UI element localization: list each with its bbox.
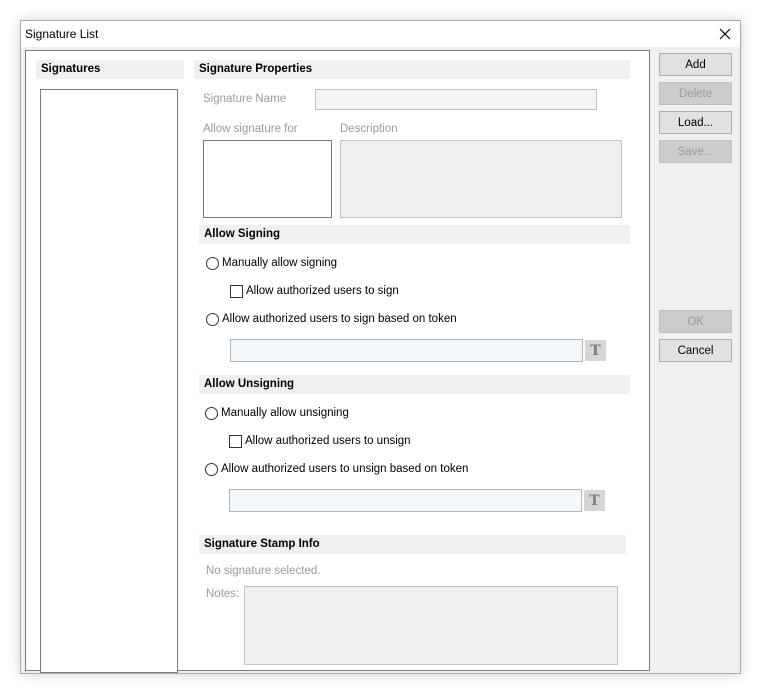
unsign-token-button[interactable]: T	[584, 490, 605, 511]
allow-authorized-unsign-checkbox[interactable]	[229, 435, 242, 448]
allow-authorized-sign-label: Allow authorized users to sign	[246, 285, 399, 297]
allow-signature-for-list[interactable]	[203, 140, 332, 218]
token-icon: T	[590, 342, 601, 359]
signature-stamp-info-header: Signature Stamp Info	[199, 535, 626, 554]
allow-authorized-sign-checkbox[interactable]	[230, 285, 243, 298]
notes-field[interactable]	[244, 586, 618, 665]
unsign-token-field[interactable]	[229, 489, 582, 512]
add-button[interactable]: Add	[659, 53, 732, 76]
description-label: Description	[340, 123, 398, 135]
signature-name-label: Signature Name	[203, 93, 287, 105]
load-button[interactable]: Load...	[659, 111, 732, 134]
token-sign-radio[interactable]	[206, 313, 219, 326]
manually-allow-unsigning-radio[interactable]	[205, 407, 218, 420]
stamp-status-text: No signature selected.	[206, 565, 321, 577]
allow-signature-for-label: Allow signature for	[203, 123, 298, 135]
token-unsign-radio[interactable]	[205, 463, 218, 476]
description-field[interactable]	[340, 140, 622, 218]
signature-properties-header: Signature Properties	[194, 60, 630, 79]
delete-button[interactable]: Delete	[659, 82, 732, 105]
allow-authorized-unsign-label: Allow authorized users to unsign	[245, 435, 411, 447]
main-panel: Signatures Signature Properties Signatur…	[25, 50, 650, 673]
signatures-header: Signatures	[36, 60, 184, 79]
sign-token-button[interactable]: T	[585, 340, 606, 361]
close-icon	[719, 28, 731, 40]
allow-signing-header: Allow Signing	[199, 225, 630, 244]
ok-button[interactable]: OK	[659, 310, 732, 333]
token-unsign-label: Allow authorized users to unsign based o…	[221, 463, 469, 475]
cancel-button[interactable]: Cancel	[659, 339, 732, 362]
close-button[interactable]	[711, 23, 739, 45]
save-button[interactable]: Save...	[659, 140, 732, 163]
sign-token-field[interactable]	[230, 339, 583, 362]
manually-allow-unsigning-label: Manually allow unsigning	[221, 407, 349, 419]
window-title: Signature List	[25, 27, 99, 41]
allow-unsigning-header: Allow Unsigning	[199, 375, 630, 394]
signature-list-dialog: Signature List Signatures Signature Prop…	[20, 20, 741, 674]
title-bar: Signature List	[21, 21, 740, 47]
signatures-list[interactable]	[40, 89, 178, 673]
manually-allow-signing-radio[interactable]	[206, 257, 219, 270]
token-icon: T	[589, 492, 600, 509]
notes-label: Notes:	[206, 588, 240, 600]
signature-name-field[interactable]	[315, 89, 597, 110]
token-sign-label: Allow authorized users to sign based on …	[222, 313, 457, 325]
manually-allow-signing-label: Manually allow signing	[222, 257, 338, 269]
